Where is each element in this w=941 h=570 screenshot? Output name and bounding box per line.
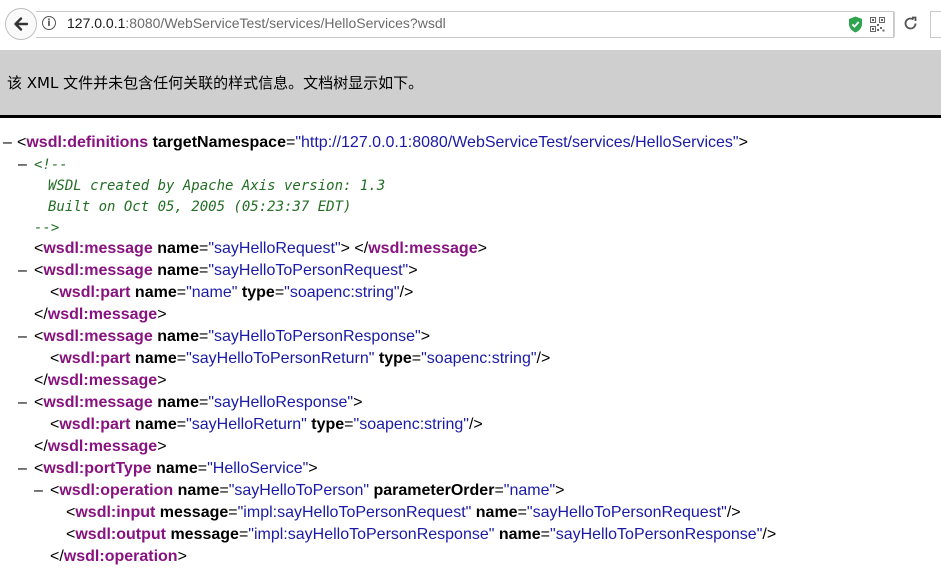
comment-line: WSDL created by Apache Axis version: 1.3	[48, 178, 386, 194]
part-line: <wsdl:part name="sayHelloToPersonReturn"…	[50, 350, 551, 367]
message-line: <wsdl:message name="sayHelloToPersonRequ…	[34, 262, 418, 279]
url-host: 127.0.0.1	[67, 15, 126, 31]
url-path: :8080/WebServiceTest/services/HelloServi…	[125, 15, 446, 31]
output-line: <wsdl:output message="impl:sayHelloToPer…	[66, 526, 777, 543]
banner-text: 该 XML 文件并未包含任何关联的样式信息。文档树显示如下。	[7, 74, 424, 92]
operation-line: <wsdl:operation name="sayHelloToPerson" …	[50, 482, 565, 499]
collapse-toggle[interactable]: –	[18, 328, 32, 350]
part-line: <wsdl:part name="sayHelloReturn" type="s…	[50, 416, 483, 433]
qr-code-icon[interactable]	[870, 17, 885, 32]
back-button[interactable]	[5, 8, 37, 40]
xml-info-banner: 该 XML 文件并未包含任何关联的样式信息。文档树显示如下。	[0, 50, 941, 118]
shield-check-icon[interactable]	[848, 16, 863, 33]
attr-name: targetNamespace	[152, 134, 286, 151]
reload-icon[interactable]	[903, 16, 918, 31]
collapse-toggle[interactable]: –	[34, 482, 48, 504]
toolbar-edge	[930, 11, 941, 38]
comment-close: -->	[34, 220, 60, 236]
message-close: </wsdl:message>	[34, 372, 167, 389]
comment-line: Built on Oct 05, 2005 (05:23:37 EDT)	[48, 199, 352, 215]
message-line: <wsdl:message name="sayHelloResponse">	[34, 394, 363, 411]
collapse-toggle[interactable]: –	[18, 262, 32, 284]
input-line: <wsdl:input message="impl:sayHelloToPers…	[66, 504, 741, 521]
tag-name: wsdl:definitions	[26, 134, 149, 151]
collapse-toggle[interactable]: –	[18, 394, 32, 416]
porttype-line: <wsdl:portType name="HelloService">	[34, 460, 318, 477]
message-close: </wsdl:message>	[34, 306, 167, 323]
message-close: </wsdl:message>	[34, 438, 167, 455]
message-line: <wsdl:message name="sayHelloRequest"> </…	[34, 240, 487, 257]
collapse-toggle[interactable]: –	[18, 156, 32, 178]
attr-value: "http://127.0.0.1:8080/WebServiceTest/se…	[295, 134, 739, 151]
url-text[interactable]: 127.0.0.1:8080/WebServiceTest/services/H…	[67, 15, 446, 31]
part-line: <wsdl:part name="name" type="soapenc:str…	[50, 284, 414, 301]
operation-close: </wsdl:operation>	[50, 548, 187, 565]
collapse-toggle[interactable]: –	[3, 134, 17, 156]
browser-toolbar: i 127.0.0.1:8080/WebServiceTest/services…	[0, 0, 941, 50]
comment-open: <!--	[34, 157, 68, 173]
collapse-toggle[interactable]: –	[18, 460, 32, 482]
message-line: <wsdl:message name="sayHelloToPersonResp…	[34, 328, 431, 345]
info-icon[interactable]: i	[42, 16, 56, 30]
toolbar-divider	[894, 12, 895, 37]
definitions-line: <wsdl:definitions targetNamespace="http:…	[17, 134, 748, 151]
arrow-left-icon	[14, 17, 29, 31]
